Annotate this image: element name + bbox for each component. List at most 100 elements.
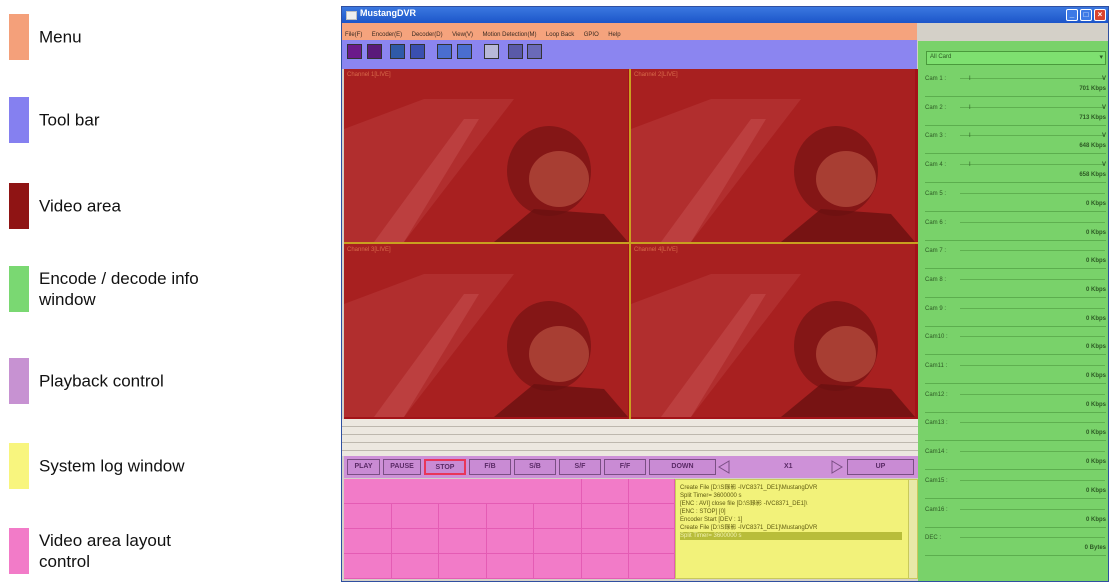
layout-cell[interactable] xyxy=(582,554,629,579)
menu-view[interactable]: View(V) xyxy=(452,32,473,38)
encode-decode-info-window: All Card ▾ Cam 1 : I V 701 Kbps Cam 2 : I V 713… xyxy=(918,41,1108,581)
minimize-icon[interactable]: _ xyxy=(1066,9,1078,21)
layout-cell[interactable] xyxy=(392,529,439,554)
cam-row: Cam11 : 0 Kbps xyxy=(925,361,1106,384)
cam-row: Cam13 : 0 Kbps xyxy=(925,418,1106,442)
video-frame xyxy=(631,99,915,242)
stop-button[interactable]: STOP xyxy=(424,459,466,475)
layout-cell[interactable] xyxy=(629,554,675,579)
cam-level-bar xyxy=(960,508,1105,513)
snapshot-icon[interactable] xyxy=(390,44,405,59)
legend-swatch xyxy=(9,97,29,143)
maximize-icon[interactable]: □ xyxy=(1080,9,1092,21)
speed-down-button[interactable]: DOWN xyxy=(649,459,716,475)
layout-cell[interactable] xyxy=(582,529,629,554)
slow-forward-button[interactable]: S/F xyxy=(559,459,601,475)
track-line xyxy=(342,426,918,427)
menu-gpio[interactable]: GPIO xyxy=(584,32,599,38)
cam-row: Cam 3 : I V 648 Kbps xyxy=(925,131,1106,155)
layout-cell[interactable] xyxy=(487,529,534,554)
legend-item-encode-decode: Encode / decode info window xyxy=(9,266,329,312)
slow-back-button[interactable]: S/B xyxy=(514,459,556,475)
fast-forward-button[interactable]: F/F xyxy=(604,459,646,475)
chevron-down-icon[interactable]: ▾ xyxy=(1099,53,1103,61)
cam-bitrate: 0 Kbps xyxy=(1085,286,1106,293)
cam-bitrate: 0 Kbps xyxy=(1085,487,1106,494)
layout-cell[interactable] xyxy=(344,504,392,529)
layout-grid xyxy=(344,479,675,579)
layout-cell-main[interactable] xyxy=(344,479,582,504)
display-icon[interactable] xyxy=(410,44,425,59)
layout-cell[interactable] xyxy=(534,529,582,554)
video-cell-2[interactable]: Channel 2[LIVE] xyxy=(631,69,915,242)
info-icon[interactable] xyxy=(527,44,542,59)
cam-row: Cam 2 : I V 713 Kbps xyxy=(925,103,1106,126)
layout-cell[interactable] xyxy=(487,504,534,529)
cam-row: Cam14 : 0 Kbps xyxy=(925,447,1106,471)
layout-cell[interactable] xyxy=(392,504,439,529)
legend-item-menu: Menu xyxy=(9,14,329,60)
video-cell-3[interactable]: Channel 3[LIVE] xyxy=(344,244,628,417)
layout-cell[interactable] xyxy=(534,554,582,579)
legend-swatch xyxy=(9,443,29,489)
cam-label: Cam 6 : xyxy=(925,219,947,226)
cam-level-bar xyxy=(960,278,1105,283)
title-bar: MustangDVR _ □ × xyxy=(342,7,1108,23)
split-icon[interactable] xyxy=(457,44,472,59)
layout-cell[interactable] xyxy=(629,529,675,554)
cam-level-bar xyxy=(960,365,1105,369)
layout-cell[interactable] xyxy=(582,504,629,529)
document-icon[interactable] xyxy=(484,44,499,59)
speed-up-button[interactable]: UP xyxy=(847,459,914,475)
speed-up-icon[interactable] xyxy=(831,460,843,474)
layout-cell[interactable] xyxy=(439,504,487,529)
layout-cell[interactable] xyxy=(344,554,392,579)
cam-tick-mark: I xyxy=(969,76,971,82)
progress-track[interactable] xyxy=(342,419,918,456)
layout-cell[interactable] xyxy=(629,504,675,529)
cam-bitrate: 0 Kbps xyxy=(1085,401,1106,408)
channel-label: Channel 2[LIVE] xyxy=(634,72,678,78)
layout-cell[interactable] xyxy=(392,554,439,579)
cam-bitrate: 0 Kbps xyxy=(1085,344,1106,351)
video-cell-1[interactable]: Channel 1[LIVE] xyxy=(344,69,628,242)
layout-cell[interactable] xyxy=(487,554,534,579)
layout-cell[interactable] xyxy=(582,479,629,504)
cam-label: Cam16 : xyxy=(925,506,948,513)
menu-decoder[interactable]: Decoder(D) xyxy=(412,32,443,38)
menu-file[interactable]: File(F) xyxy=(345,32,362,38)
video-cell-4[interactable]: Channel 4[LIVE] xyxy=(631,244,915,417)
log-list: Create File [D:\S錄影 -IVC8371_DE1]\Mustan… xyxy=(676,480,917,540)
cam-label: Cam 1 : xyxy=(925,76,947,82)
cam-label: Cam 8 : xyxy=(925,276,947,283)
menu-loop-back[interactable]: Loop Back xyxy=(546,32,574,38)
layout-cell[interactable] xyxy=(439,529,487,554)
layout-icon[interactable] xyxy=(437,44,452,59)
log-line: Create File [D:\S錄影 -IVC8371_DE1]\Mustan… xyxy=(680,485,818,491)
system-log-window[interactable]: Create File [D:\S錄影 -IVC8371_DE1]\Mustan… xyxy=(675,479,918,579)
record-icon[interactable] xyxy=(347,44,362,59)
menu-motion-detection[interactable]: Motion Detection(M) xyxy=(482,32,536,38)
speed-down-icon[interactable] xyxy=(718,460,730,474)
video-area[interactable]: Channel 1[LIVE] Channel 2[LIVE] Channel … xyxy=(344,69,918,419)
cam-label: DEC : xyxy=(925,535,942,542)
cam-level-bar xyxy=(960,451,1105,455)
layout-cell[interactable] xyxy=(629,479,675,504)
cam-row: Cam12 : 0 Kbps xyxy=(925,390,1106,413)
menu-encoder[interactable]: Encoder(E) xyxy=(372,32,402,38)
menu-help[interactable]: Help xyxy=(608,32,620,38)
layout-cell[interactable] xyxy=(344,529,392,554)
play-button[interactable]: PLAY xyxy=(347,459,380,475)
layout-cell[interactable] xyxy=(534,504,582,529)
cam-label: Cam14 : xyxy=(925,449,948,456)
settings-icon[interactable] xyxy=(508,44,523,59)
log-line: Create File [D:\S錄影 -IVC8371_DE1]\Mustan… xyxy=(680,525,818,531)
log-scrollbar[interactable] xyxy=(908,480,917,578)
layout-cell[interactable] xyxy=(439,554,487,579)
card-select[interactable]: All Card ▾ xyxy=(926,51,1106,65)
pause-button[interactable]: PAUSE xyxy=(383,459,421,475)
close-icon[interactable]: × xyxy=(1094,9,1106,21)
cam-row: Cam 9 : 0 Kbps xyxy=(925,304,1106,327)
stop-record-icon[interactable] xyxy=(367,44,382,59)
fast-back-button[interactable]: F/B xyxy=(469,459,511,475)
